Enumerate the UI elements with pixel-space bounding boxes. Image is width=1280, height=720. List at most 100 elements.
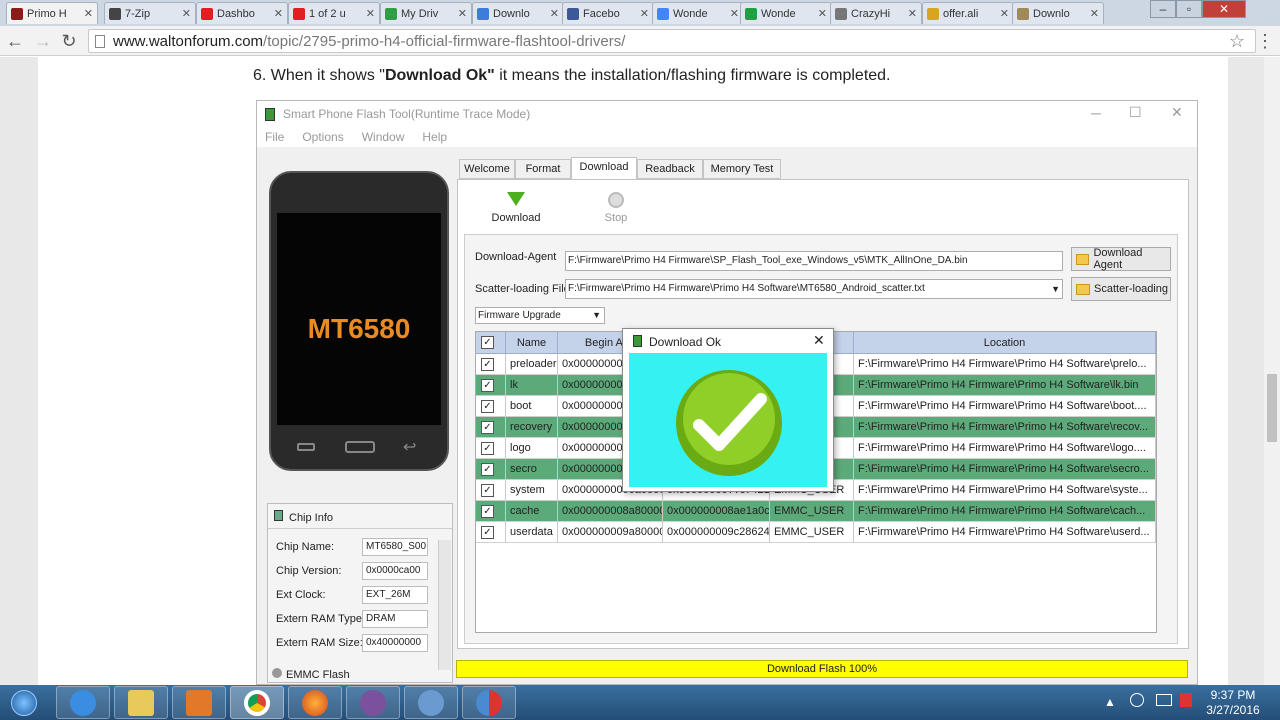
menu-options[interactable]: Options bbox=[302, 130, 343, 144]
browser-tab[interactable]: Wonde ✕ bbox=[652, 2, 744, 24]
row-checkbox[interactable]: ✓ bbox=[476, 501, 506, 522]
back-icon[interactable]: ← bbox=[4, 30, 26, 52]
browser-tab[interactable]: 1 of 2 u ✕ bbox=[288, 2, 380, 24]
tab-welcome[interactable]: Welcome bbox=[459, 159, 515, 179]
browser-tab[interactable]: Wonde ✕ bbox=[740, 2, 832, 24]
browser-tab[interactable]: offer.ali ✕ bbox=[922, 2, 1014, 24]
table-cell: 0x000000008a800000 bbox=[558, 501, 663, 522]
row-checkbox[interactable]: ✓ bbox=[476, 396, 506, 417]
maximize-button[interactable]: ▫ bbox=[1176, 0, 1202, 18]
row-checkbox[interactable]: ✓ bbox=[476, 459, 506, 480]
app-close-icon[interactable]: ✕ bbox=[1171, 104, 1183, 121]
address-bar[interactable]: www.waltonforum.com/topic/2795-primo-h4-… bbox=[88, 29, 1256, 53]
download-agent-field[interactable]: F:\Firmware\Primo H4 Firmware\SP_Flash_T… bbox=[565, 251, 1063, 271]
menu-icon[interactable]: ⋮ bbox=[1254, 30, 1276, 52]
menu-file[interactable]: File bbox=[265, 130, 284, 144]
tab-title: My Driv bbox=[401, 7, 439, 20]
scatter-button-label: Scatter-loading bbox=[1094, 283, 1168, 295]
bookmark-star-icon[interactable]: ☆ bbox=[1226, 30, 1248, 52]
browser-tab[interactable]: Downlo ✕ bbox=[1012, 2, 1104, 24]
taskbar-media-icon[interactable] bbox=[172, 686, 226, 719]
taskbar-clock[interactable]: 9:37 PM 3/27/2016 bbox=[1198, 688, 1268, 718]
dialog-close-icon[interactable]: ✕ bbox=[813, 332, 825, 349]
row-checkbox[interactable]: ✓ bbox=[476, 522, 506, 543]
tray-display-icon[interactable] bbox=[1156, 694, 1172, 706]
taskbar-flashtool-icon[interactable] bbox=[462, 686, 516, 719]
close-window-button[interactable]: ✕ bbox=[1202, 0, 1246, 18]
taskbar-ie-icon[interactable] bbox=[56, 686, 110, 719]
tab-close-icon[interactable]: ✕ bbox=[458, 7, 467, 20]
tab-close-icon[interactable]: ✕ bbox=[366, 7, 375, 20]
taskbar-firefox-icon[interactable] bbox=[288, 686, 342, 719]
table-cell: F:\Firmware\Primo H4 Firmware\Primo H4 S… bbox=[854, 375, 1156, 396]
page-scrollbar-thumb[interactable] bbox=[1267, 374, 1277, 442]
app-maximize-icon[interactable]: ☐ bbox=[1129, 104, 1142, 121]
row-checkbox[interactable]: ✓ bbox=[476, 480, 506, 501]
browser-tab[interactable]: CrazyHi ✕ bbox=[830, 2, 922, 24]
tab-title: Downlo bbox=[1033, 7, 1070, 20]
scatter-button[interactable]: Scatter-loading bbox=[1071, 277, 1171, 301]
tab-title: Wonde bbox=[761, 7, 796, 20]
stop-icon bbox=[608, 192, 624, 208]
app-minimize-icon[interactable]: ─ bbox=[1091, 105, 1101, 121]
tab-close-icon[interactable]: ✕ bbox=[550, 7, 559, 20]
tab-memory-test[interactable]: Memory Test bbox=[703, 159, 781, 179]
browser-tab[interactable]: Dashbo ✕ bbox=[196, 2, 288, 24]
tab-close-icon[interactable]: ✕ bbox=[640, 7, 649, 20]
tab-close-icon[interactable]: ✕ bbox=[274, 7, 283, 20]
start-button[interactable] bbox=[4, 686, 44, 719]
taskbar-viber-icon[interactable] bbox=[346, 686, 400, 719]
tab-close-icon[interactable]: ✕ bbox=[818, 7, 827, 20]
download-toolbar-button[interactable]: Download bbox=[488, 192, 544, 224]
taskbar-explorer-icon[interactable] bbox=[114, 686, 168, 719]
tab-close-icon[interactable]: ✕ bbox=[730, 7, 739, 20]
table-cell: secro bbox=[506, 459, 558, 480]
taskbar-app-icon[interactable] bbox=[404, 686, 458, 719]
forward-icon[interactable]: → bbox=[32, 30, 54, 52]
tab-download[interactable]: Download bbox=[571, 157, 637, 179]
tab-format[interactable]: Format bbox=[515, 159, 571, 179]
table-row[interactable]: ✓ cache 0x000000008a800000 0x000000008ae1a0… bbox=[476, 501, 1156, 522]
select-all-checkbox[interactable]: ✓ bbox=[476, 332, 506, 354]
tray-flag-icon[interactable] bbox=[1180, 693, 1192, 707]
table-cell: 0x000000009a800000 bbox=[558, 522, 663, 543]
tray-network-icon[interactable] bbox=[1130, 693, 1144, 707]
browser-tab[interactable]: 7-Zip ✕ bbox=[104, 2, 196, 24]
divider bbox=[268, 528, 452, 529]
chip-scrollbar[interactable] bbox=[438, 540, 451, 670]
row-checkbox[interactable]: ✓ bbox=[476, 375, 506, 396]
reload-icon[interactable]: ↻ bbox=[58, 30, 80, 52]
browser-tab[interactable]: Primo H ✕ bbox=[6, 2, 98, 24]
dropdown-arrow-icon: ▼ bbox=[1051, 284, 1060, 294]
chip-field-value: 0x0000ca00 bbox=[362, 562, 428, 580]
menu-window[interactable]: Window bbox=[362, 130, 405, 144]
tab-close-icon[interactable]: ✕ bbox=[182, 7, 191, 20]
stop-button-label: Stop bbox=[604, 212, 628, 224]
tab-title: 7-Zip bbox=[125, 7, 151, 20]
scatter-field[interactable]: F:\Firmware\Primo H4 Firmware\Primo H4 S… bbox=[565, 279, 1063, 299]
row-checkbox[interactable]: ✓ bbox=[476, 438, 506, 459]
stop-toolbar-button[interactable]: Stop bbox=[588, 192, 644, 224]
tab-close-icon[interactable]: ✕ bbox=[1000, 7, 1009, 20]
row-checkbox[interactable]: ✓ bbox=[476, 417, 506, 438]
dialog-title: Download Ok bbox=[649, 335, 722, 349]
taskbar-chrome-icon[interactable] bbox=[230, 686, 284, 719]
browser-tab[interactable]: My Driv ✕ bbox=[380, 2, 472, 24]
tab-close-icon[interactable]: ✕ bbox=[908, 7, 917, 20]
download-agent-button[interactable]: Download Agent bbox=[1071, 247, 1171, 271]
row-checkbox[interactable]: ✓ bbox=[476, 354, 506, 375]
mode-select[interactable]: Firmware Upgrade ▼ bbox=[475, 307, 605, 324]
chip-info-header[interactable]: Chip Info bbox=[274, 510, 333, 524]
browser-tab[interactable]: Facebo ✕ bbox=[562, 2, 654, 24]
page-scrollbar[interactable] bbox=[1264, 57, 1280, 685]
tab-close-icon[interactable]: ✕ bbox=[1090, 7, 1099, 20]
browser-tab[interactable]: Downlo ✕ bbox=[472, 2, 564, 24]
tray-arrow-icon[interactable]: ▲ bbox=[1104, 695, 1116, 709]
minimize-button[interactable]: – bbox=[1150, 0, 1176, 18]
menu-help[interactable]: Help bbox=[422, 130, 447, 144]
tab-title: offer.ali bbox=[943, 7, 979, 20]
tab-close-icon[interactable]: ✕ bbox=[84, 7, 93, 20]
tab-readback[interactable]: Readback bbox=[637, 159, 703, 179]
tab-favicon-icon bbox=[293, 7, 305, 20]
table-row[interactable]: ✓ userdata 0x000000009a800000 0x000000009c2… bbox=[476, 522, 1156, 543]
